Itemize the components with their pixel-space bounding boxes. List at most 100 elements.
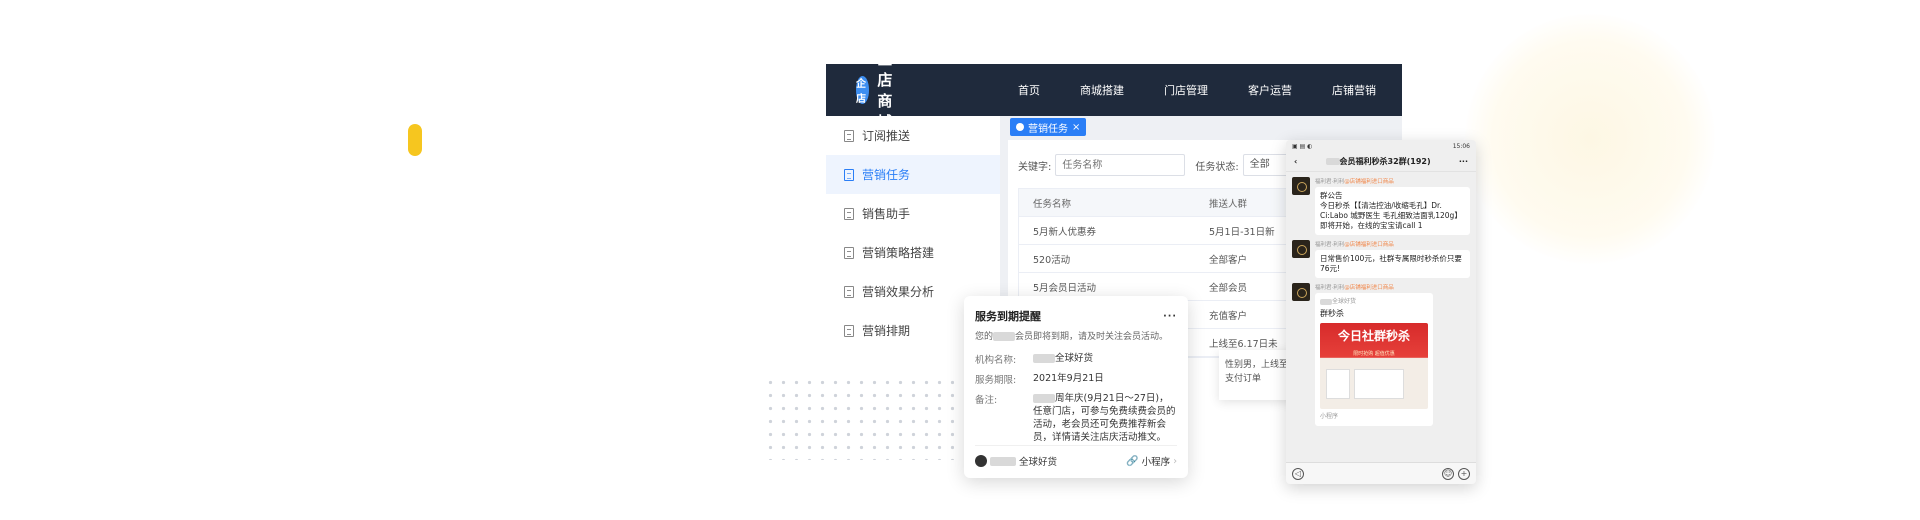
source-name: 全球好货 [1019, 457, 1058, 468]
avatar [1292, 240, 1310, 258]
tab-close-icon[interactable]: × [1072, 122, 1080, 133]
tab-dot-icon [1016, 123, 1024, 131]
voice-icon[interactable]: ◁ [1292, 467, 1304, 480]
sender-text: 福利君·利利 [1315, 179, 1345, 185]
nav-item-store-manage[interactable]: 门店管理 [1164, 82, 1208, 98]
avatar [975, 455, 987, 467]
sidebar-item-strategy-build[interactable]: 营销策略搭建 [826, 233, 1000, 272]
sidebar-item-label: 营销任务 [862, 168, 911, 182]
chat-input-bar: ◁ ☺ + [1286, 462, 1476, 484]
org-name: 全球好货 [1055, 353, 1094, 364]
sender-tag: @店铺福利进口商品 [1344, 179, 1394, 185]
nav-item-customer-ops[interactable]: 客户运营 [1248, 82, 1292, 98]
back-icon[interactable]: ‹ [1294, 157, 1297, 166]
main-nav: 首页 商城搭建 门店管理 客户运营 店铺营销 [1018, 82, 1402, 98]
more-icon[interactable]: ··· [1459, 157, 1468, 166]
sender-text: 福利君·利利 [1315, 242, 1345, 248]
field-remark: 备注: 周年庆(9月21日～27日)，任意门店，可参与免费续费会员的活动，老会员… [975, 392, 1177, 444]
chat-title: 会员福利秒杀32群(192) [1325, 156, 1431, 167]
page: 企店 企店商城 首页 商城搭建 门店管理 客户运营 店铺营销 订阅推送 营销任务 [0, 0, 1920, 520]
tab-label: 营销任务 [1028, 123, 1068, 135]
redacted-text [1033, 354, 1055, 363]
nav-item-mall-build[interactable]: 商城搭建 [1080, 82, 1124, 98]
redacted-text [1320, 298, 1332, 305]
emoji-icon[interactable]: ☺ [1442, 467, 1454, 480]
message-bubble[interactable]: 日常售价100元，社群专属限时秒杀价只要76元! [1315, 250, 1470, 278]
tooltip-line: 性别男，上线至 [1225, 360, 1289, 370]
sidebar-item-label: 销售助手 [862, 207, 911, 221]
mini-program-card[interactable]: 全球好货 群秒杀 今日社群秒杀 限时抢购 超值优惠 小程序 [1315, 293, 1433, 426]
sidebar-item-subscription-push[interactable]: 订阅推送 [826, 116, 1000, 155]
document-icon [844, 129, 854, 142]
avatar [1292, 283, 1310, 301]
sidebar-item-label: 订阅推送 [862, 129, 911, 143]
more-icon[interactable]: ··· [1163, 311, 1177, 322]
card-fields: 机构名称: 全球好货 服务期限: 2021年9月21日 备注: 周年庆(9月21… [975, 352, 1177, 444]
sender-text: 福利君·利利 [1315, 285, 1345, 291]
top-navbar: 企店 企店商城 首页 商城搭建 门店管理 客户运营 店铺营销 [826, 64, 1402, 131]
keyword-input[interactable] [1055, 154, 1186, 176]
message-body: 福利君·利利@店铺福利进口商品 全球好货 群秒杀 今日社群秒杀 限时抢购 超值优… [1315, 283, 1470, 426]
sidebar-item-label: 营销效果分析 [862, 285, 935, 299]
redacted-text [990, 456, 1016, 466]
mini-name: 全球好货 [1332, 298, 1357, 305]
field-key: 机构名称: [975, 355, 1017, 366]
decorative-dot-grid [764, 376, 954, 460]
card-subtitle: 您的 会员即将到期，请及时关注会员活动。 [975, 329, 1177, 342]
phone-chat-window: ▣ ▤ ◐ 15:06 ‹ 会员福利秒杀32群(192) ··· 福利君·利利@… [1286, 140, 1476, 484]
field-key: 备注: [975, 395, 998, 406]
chat-message: 福利君·利利@店铺福利进口商品 群公告 今日秒杀【【清洁控油/收缩毛孔】Dr. … [1286, 172, 1476, 235]
link-icon: 🔗 [1126, 455, 1139, 467]
field-org: 机构名称: 全球好货 [975, 352, 1177, 366]
subtitle-text: 会员即将到期，请及时关注会员活动。 [1015, 332, 1169, 342]
document-icon [844, 246, 854, 259]
sidebar-item-label: 营销策略搭建 [862, 246, 935, 260]
document-icon [844, 285, 854, 298]
service-expiry-card[interactable]: 服务到期提醒 ··· 您的 会员即将到期，请及时关注会员活动。 机构名称: 全球好… [964, 296, 1188, 478]
tab-bar: 营销任务 × [1000, 116, 1402, 138]
sidebar-item-sales-assistant[interactable]: 销售助手 [826, 194, 1000, 233]
decorative-glow [1465, 14, 1715, 264]
input-actions: ☺ + [1442, 467, 1470, 480]
mini-program-link[interactable]: 🔗 小程序 › [1126, 454, 1177, 469]
status-time: 15:06 [1452, 143, 1470, 150]
mini-program-source: 全球好货 [1320, 297, 1428, 307]
nav-item-home[interactable]: 首页 [1018, 82, 1040, 98]
keyword-label: 关键字: [1018, 161, 1052, 173]
decorative-accent-pill [408, 124, 422, 156]
column-header: 任务名称 [1033, 198, 1072, 210]
card-title: 服务到期提醒 [975, 310, 1041, 323]
status-icons: ▣ ▤ ◐ [1292, 143, 1313, 150]
subtitle-prefix: 您的 [975, 332, 994, 342]
card-header: 服务到期提醒 ··· [975, 308, 1177, 324]
document-icon [844, 324, 854, 337]
product-info [1354, 369, 1404, 399]
document-icon [844, 207, 854, 220]
sender-tag: @店铺福利进口商品 [1344, 242, 1394, 248]
chat-message: 福利君·利利@店铺福利进口商品 全球好货 群秒杀 今日社群秒杀 限时抢购 超值优… [1286, 278, 1476, 426]
message-bubble[interactable]: 群公告 今日秒杀【【清洁控油/收缩毛孔】Dr. Ci:Labo 城野医生 毛孔细… [1315, 187, 1470, 235]
message-body: 福利君·利利@店铺福利进口商品 日常售价100元，社群专属限时秒杀价只要76元! [1315, 240, 1470, 278]
field-key: 服务期限: [975, 375, 1017, 386]
nav-item-store-marketing[interactable]: 店铺营销 [1332, 82, 1376, 98]
poster-title: 今日社群秒杀 [1337, 329, 1410, 343]
sidebar-item-marketing-task[interactable]: 营销任务 [826, 155, 1000, 194]
status-label: 任务状态: [1195, 161, 1239, 173]
field-value: 周年庆(9月21日～27日)，任意门店，可参与免费续费会员的活动，老会员还可免费… [1033, 392, 1177, 444]
mini-program-title: 群秒杀 [1320, 309, 1344, 318]
add-icon[interactable]: + [1458, 467, 1470, 480]
tab-marketing-task[interactable]: 营销任务 × [1010, 118, 1087, 136]
redacted-text [1033, 394, 1055, 403]
status-bar: ▣ ▤ ◐ 15:06 [1286, 140, 1476, 152]
calendar-icon [844, 168, 854, 181]
sender-name: 福利君·利利@店铺福利进口商品 [1315, 240, 1470, 248]
task-name-cell: 520活动 [1033, 254, 1071, 266]
task-name-cell: 5月新人优惠券 [1033, 226, 1097, 238]
card-footer: 全球好货 🔗 小程序 › [975, 445, 1177, 468]
message-body: 福利君·利利@店铺福利进口商品 群公告 今日秒杀【【清洁控油/收缩毛孔】Dr. … [1315, 177, 1470, 235]
source-info: 全球好货 [975, 454, 1057, 468]
mini-program-label: 小程序 [1320, 413, 1339, 420]
poster-subtitle: 限时抢购 超值优惠 [1353, 351, 1395, 357]
sender-name: 福利君·利利@店铺福利进口商品 [1315, 177, 1470, 185]
promo-poster-image: 今日社群秒杀 限时抢购 超值优惠 [1320, 323, 1428, 409]
